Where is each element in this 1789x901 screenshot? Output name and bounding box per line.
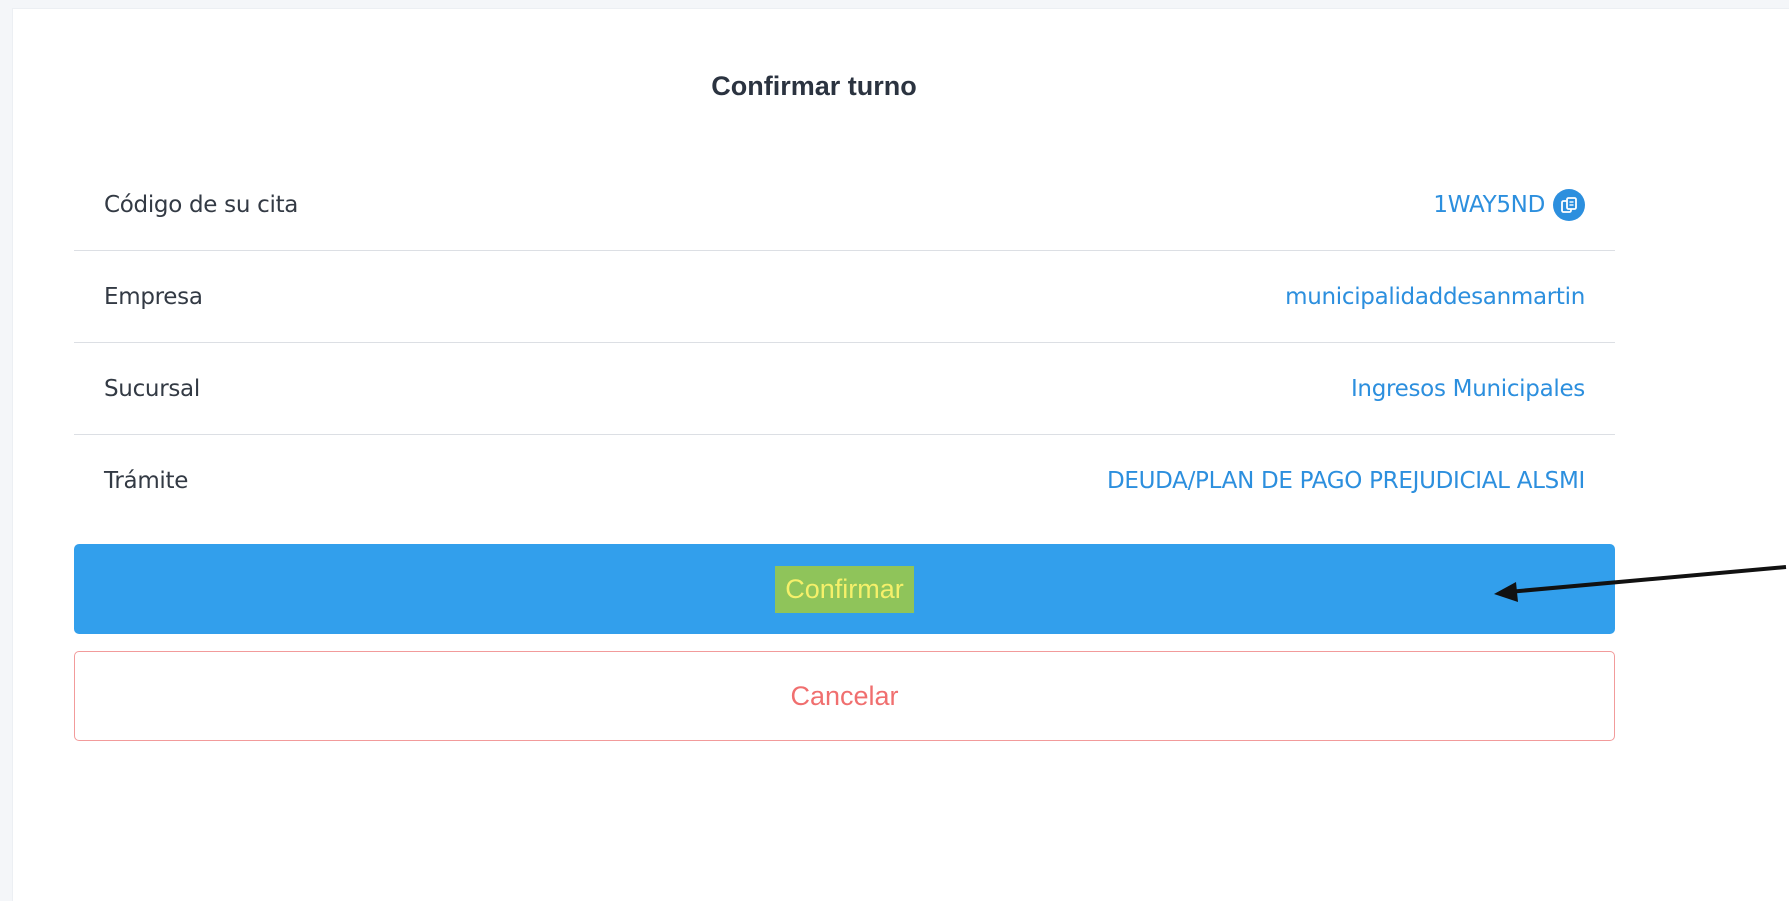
detail-value: DEUDA/PLAN DE PAGO PREJUDICIAL ALSMI [1106, 468, 1585, 494]
detail-row-company: Empresa municipalidaddesanmartin [74, 251, 1615, 343]
confirm-button-label: Confirmar [775, 565, 914, 613]
detail-value: municipalidaddesanmartin [1285, 283, 1585, 310]
detail-label: Trámite [104, 468, 189, 494]
confirm-turn-card: Confirmar turno Código de su cita 1WAY5N… [12, 8, 1789, 901]
detail-row-procedure: Trámite DEUDA/PLAN DE PAGO PREJUDICIAL A… [74, 435, 1615, 527]
detail-row-appointment-code: Código de su cita 1WAY5ND [74, 159, 1615, 251]
page-title: Confirmar turno [711, 71, 917, 101]
cancel-button-label: Cancelar [790, 680, 899, 711]
detail-value: 1WAY5ND [1433, 188, 1585, 221]
cancel-button[interactable]: Cancelar [74, 651, 1615, 741]
copy-icon[interactable] [1553, 188, 1585, 221]
confirm-button[interactable]: Confirmar [74, 544, 1615, 634]
details-list: Código de su cita 1WAY5ND Empresa munici… [74, 159, 1615, 527]
detail-label: Empresa [104, 283, 203, 310]
detail-row-branch: Sucursal Ingresos Municipales [74, 343, 1615, 435]
appointment-code: 1WAY5ND [1433, 191, 1545, 218]
detail-label: Código de su cita [104, 191, 299, 218]
detail-value: Ingresos Municipales [1350, 375, 1585, 402]
detail-label: Sucursal [104, 375, 200, 402]
arrow-icon [1494, 565, 1787, 602]
